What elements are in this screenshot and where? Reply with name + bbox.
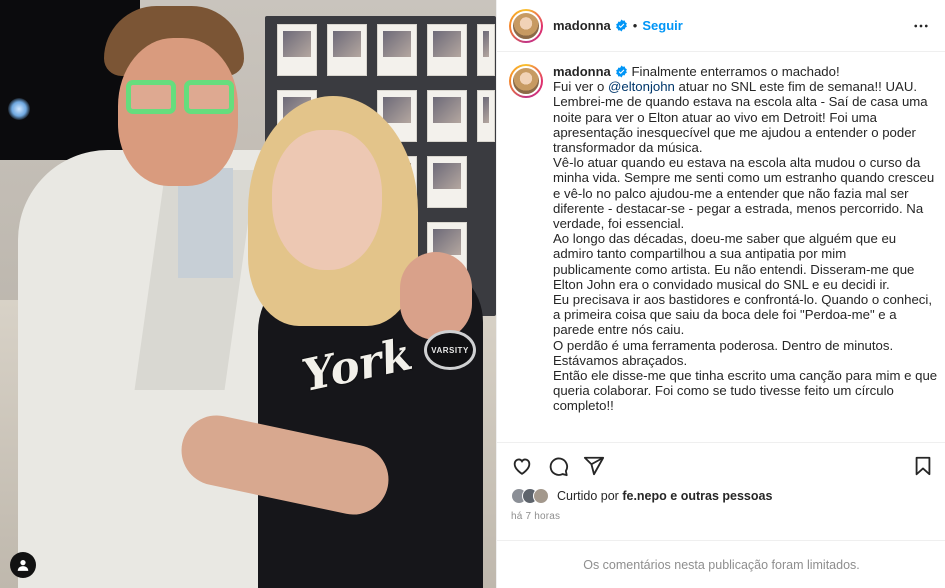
caption-line: Estávamos abraçados. xyxy=(553,352,688,368)
caption-line: a primeira coisa que saiu da boca dele f… xyxy=(553,307,897,323)
madonna-face xyxy=(272,130,382,270)
caption-line: e vê-lo no palco ajudou-me a entender qu… xyxy=(553,185,909,201)
caption-line: Fui ver o @eltonjohn atuar no SNL este f… xyxy=(553,79,918,95)
post-timestamp[interactable]: há 7 horas xyxy=(511,511,560,522)
verified-badge-icon xyxy=(615,19,627,32)
caption-line: Vê-lo atuar quando eu estava na escola a… xyxy=(553,155,921,171)
heart-icon[interactable] xyxy=(511,455,533,477)
comment-icon[interactable] xyxy=(547,455,569,477)
green-glasses xyxy=(126,80,238,116)
bookmark-icon[interactable] xyxy=(912,455,934,477)
post-caption: madonna Finalmente enterramos o machado!… xyxy=(509,64,939,414)
caption-line: diferente - destacar-se - pegar a estrad… xyxy=(553,200,924,216)
caption-line: parede entre nós caiu. xyxy=(553,322,685,338)
share-icon[interactable] xyxy=(583,455,605,477)
caption-line: Ao longo das décadas, doeu-me saber que … xyxy=(553,231,897,247)
comments-limited-notice: Os comentários nesta publicação foram li… xyxy=(497,540,945,588)
likes-user-link[interactable]: fe.nepo xyxy=(622,489,666,503)
caption-line: completo!! xyxy=(553,398,614,414)
caption-line: Então ele disse-me que tinha escrito uma… xyxy=(553,368,938,384)
jacket-patch: VARSITY xyxy=(424,330,476,370)
header-username[interactable]: madonna xyxy=(553,18,611,33)
caption-line: noite para ver o Elton atuar ao vivo em … xyxy=(553,109,877,125)
more-options-icon[interactable] xyxy=(912,17,930,35)
user-tag-icon[interactable] xyxy=(10,552,36,578)
mention-link[interactable]: @eltonjohn xyxy=(608,79,675,94)
separator-dot: • xyxy=(632,18,638,33)
post-side-panel: madonna • Seguir madonna Finalmente ente… xyxy=(496,0,945,588)
action-bar xyxy=(497,442,945,488)
follow-button[interactable]: Seguir xyxy=(642,18,682,33)
caption-line: admiro tanto compartilhou a sua antipati… xyxy=(553,246,847,262)
liker-avatar xyxy=(533,488,549,504)
caption-text: madonna Finalmente enterramos o machado!… xyxy=(553,64,939,414)
post-header: madonna • Seguir xyxy=(497,0,945,52)
caption-line: publicamente como artista. Eu não entend… xyxy=(553,261,915,277)
caption-line: transformador da música. xyxy=(553,140,703,156)
caption-line: O perdão é uma ferramenta poderosa. Dent… xyxy=(553,337,894,353)
caption-line: madonna Finalmente enterramos o machado! xyxy=(553,64,840,79)
caption-line: Lembrei-me de quando estava na escola al… xyxy=(553,94,928,110)
caption-line: minha vida. Sempre me senti como um estr… xyxy=(553,170,935,186)
caption-line: verdade, foi essencial. xyxy=(553,216,685,232)
post-photo[interactable]: York VARSITY xyxy=(0,0,496,588)
caption-line: Eu precisava ir aos bastidores e confron… xyxy=(553,292,932,308)
likes-summary: Curtido por fe.nepo e outras pessoas xyxy=(511,488,772,504)
caption-line: Elton John era o convidado musical do SN… xyxy=(553,276,890,292)
caption-line: apresentação inesquecível que me ajudou … xyxy=(553,124,916,140)
caption-avatar[interactable] xyxy=(509,64,543,98)
likes-others-link[interactable]: e outras pessoas xyxy=(670,489,772,503)
caption-line: queria colaborar. Foi como se tudo tives… xyxy=(553,383,894,399)
avatar[interactable] xyxy=(509,8,543,43)
verified-badge-icon xyxy=(615,65,627,78)
likes-prefix: Curtido por xyxy=(557,489,619,503)
caption-username[interactable]: madonna xyxy=(553,64,611,79)
